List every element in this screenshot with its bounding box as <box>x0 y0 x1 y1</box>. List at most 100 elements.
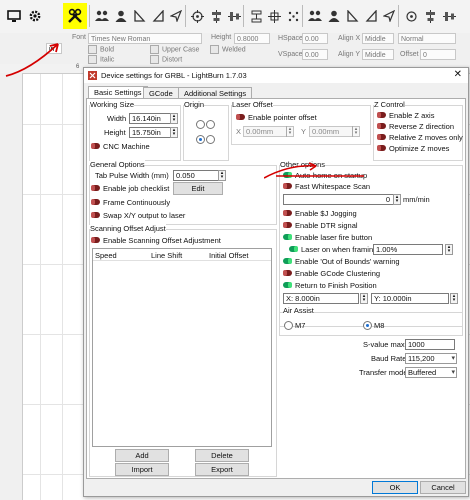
hspace-input[interactable]: 0.00 <box>302 33 328 44</box>
distribute-icon[interactable] <box>224 6 244 26</box>
origin-bottom-right-radio[interactable] <box>206 135 215 144</box>
grid-icon[interactable] <box>264 6 284 26</box>
optimize-z-toggle[interactable] <box>377 145 386 151</box>
align-icon[interactable] <box>343 6 363 26</box>
origin-bottom-left-radio[interactable] <box>196 135 205 144</box>
offset-y-spinner[interactable]: ▴ ▾ <box>352 126 360 137</box>
align-right-icon[interactable] <box>148 6 168 26</box>
laser-framing-spinner[interactable]: ▴ ▾ <box>445 244 453 255</box>
scanning-offset-table[interactable]: Speed Line Shift Initial Offset <box>92 248 272 447</box>
return-finish-label: Return to Finish Position <box>295 281 377 290</box>
finish-x-spinner[interactable]: ▴ ▾ <box>360 293 368 304</box>
relative-z-toggle[interactable] <box>377 134 386 140</box>
return-finish-toggle[interactable] <box>283 282 292 288</box>
dots-icon[interactable] <box>283 6 303 26</box>
group-icon[interactable] <box>92 6 112 26</box>
whitespace-speed-spinner[interactable]: ▴ ▾ <box>393 194 401 205</box>
fast-whitespace-toggle[interactable] <box>283 183 292 189</box>
width-spinner[interactable]: ▴ ▾ <box>170 113 178 124</box>
gcode-clustering-toggle[interactable] <box>283 270 292 276</box>
whitespace-speed-input[interactable]: 0 <box>283 194 394 205</box>
finish-x-input[interactable]: X: 8.000in <box>283 293 359 304</box>
align-left-icon[interactable] <box>130 6 150 26</box>
reverse-z-label: Reverse Z direction <box>389 122 455 131</box>
edit-button[interactable]: Edit <box>173 182 223 195</box>
distort-toggle[interactable]: Distort <box>150 55 182 64</box>
offset-x-input[interactable]: 0.00mm <box>243 126 287 137</box>
enable-z-axis-toggle[interactable] <box>377 112 386 118</box>
upper-case-toggle[interactable]: Upper Case <box>150 45 199 54</box>
center-icon[interactable] <box>206 6 226 26</box>
cancel-button[interactable]: Cancel <box>420 481 466 494</box>
cnc-machine-toggle[interactable] <box>91 143 100 149</box>
pointer-offset-toggle[interactable] <box>236 114 245 120</box>
delete-button[interactable]: Delete <box>195 449 249 462</box>
height-input[interactable]: 15.750in <box>129 127 171 138</box>
dtr-toggle[interactable] <box>283 222 292 228</box>
group2-icon[interactable] <box>305 6 325 26</box>
target-icon[interactable] <box>187 6 207 26</box>
close-icon[interactable]: ✕ <box>454 69 462 80</box>
ok-button[interactable]: OK <box>372 481 418 494</box>
baud-rate-select[interactable]: 115,200 <box>405 353 457 364</box>
user-icon[interactable] <box>111 6 131 26</box>
style-select[interactable]: Normal <box>398 33 456 44</box>
import-button[interactable]: Import <box>115 463 169 476</box>
frame-continuously-toggle[interactable] <box>91 199 100 205</box>
reverse-z-toggle[interactable] <box>377 123 386 129</box>
column-line-shift[interactable]: Line Shift <box>151 251 182 260</box>
height-input[interactable]: 0.8000 <box>234 33 270 44</box>
offset-y-input[interactable]: 0.00mm <box>309 126 353 137</box>
laser-offset-group <box>231 105 371 145</box>
laser-framing-toggle[interactable] <box>289 246 298 252</box>
export-button[interactable]: Export <box>195 463 249 476</box>
width-label: Width <box>107 114 127 123</box>
flip-icon[interactable] <box>361 6 381 26</box>
welded-toggle[interactable]: Welded <box>210 45 246 54</box>
jogging-toggle[interactable] <box>283 210 292 216</box>
out-of-bounds-toggle[interactable] <box>283 258 292 264</box>
italic-toggle[interactable]: Italic <box>88 55 114 64</box>
finish-y-spinner[interactable]: ▴ ▾ <box>450 293 458 304</box>
distribute-v-icon[interactable] <box>246 6 266 26</box>
column-speed[interactable]: Speed <box>95 251 117 260</box>
center2-icon[interactable] <box>420 6 440 26</box>
job-checklist-toggle[interactable] <box>91 185 100 191</box>
origin-top-left-radio[interactable] <box>196 120 205 129</box>
height-spinner[interactable]: ▴ ▾ <box>170 127 178 138</box>
alignx-select[interactable]: Middle <box>362 33 394 44</box>
transfer-mode-select[interactable]: Buffered <box>405 367 457 378</box>
alignx-label: Align X <box>338 35 361 42</box>
tab-pulse-input[interactable]: 0.050 <box>173 170 219 181</box>
offset-input[interactable]: 0 <box>420 49 456 60</box>
user2-icon[interactable] <box>324 6 344 26</box>
air-assist-m7-radio[interactable] <box>284 321 293 330</box>
offset-x-spinner[interactable]: ▴ ▾ <box>286 126 294 137</box>
vspace-label: VSpace <box>278 51 303 58</box>
distribute2-icon[interactable] <box>439 6 459 26</box>
font-select[interactable]: Times New Roman <box>88 33 202 44</box>
offset-x-label: X <box>236 127 242 136</box>
origin-top-right-radio[interactable] <box>206 120 215 129</box>
swap-xy-toggle[interactable] <box>91 212 100 218</box>
aligny-select[interactable]: Middle <box>362 49 394 60</box>
scanning-offset-toggle[interactable] <box>91 237 100 243</box>
air-assist-m8-radio[interactable] <box>363 321 372 330</box>
fire-button-toggle[interactable] <box>283 234 292 240</box>
tools-icon[interactable] <box>63 3 87 29</box>
gear-icon[interactable] <box>25 6 45 26</box>
vspace-input[interactable]: 0.00 <box>302 49 328 60</box>
width-input[interactable]: 16.140in <box>129 113 171 124</box>
column-initial-offset[interactable]: Initial Offset <box>209 251 248 260</box>
target2-icon[interactable] <box>401 6 421 26</box>
send-icon[interactable] <box>166 6 186 26</box>
send2-icon[interactable] <box>379 6 399 26</box>
finish-y-input[interactable]: Y: 10.000in <box>371 293 449 304</box>
laser-framing-input[interactable]: 1.00% <box>373 244 443 255</box>
height-label: Height <box>211 34 232 41</box>
bold-toggle[interactable]: Bold <box>88 45 114 54</box>
svalue-input[interactable]: 1000 <box>405 339 455 350</box>
add-button[interactable]: Add <box>115 449 169 462</box>
monitor-icon[interactable] <box>4 6 24 26</box>
tab-pulse-spinner[interactable]: ▴ ▾ <box>218 170 226 181</box>
